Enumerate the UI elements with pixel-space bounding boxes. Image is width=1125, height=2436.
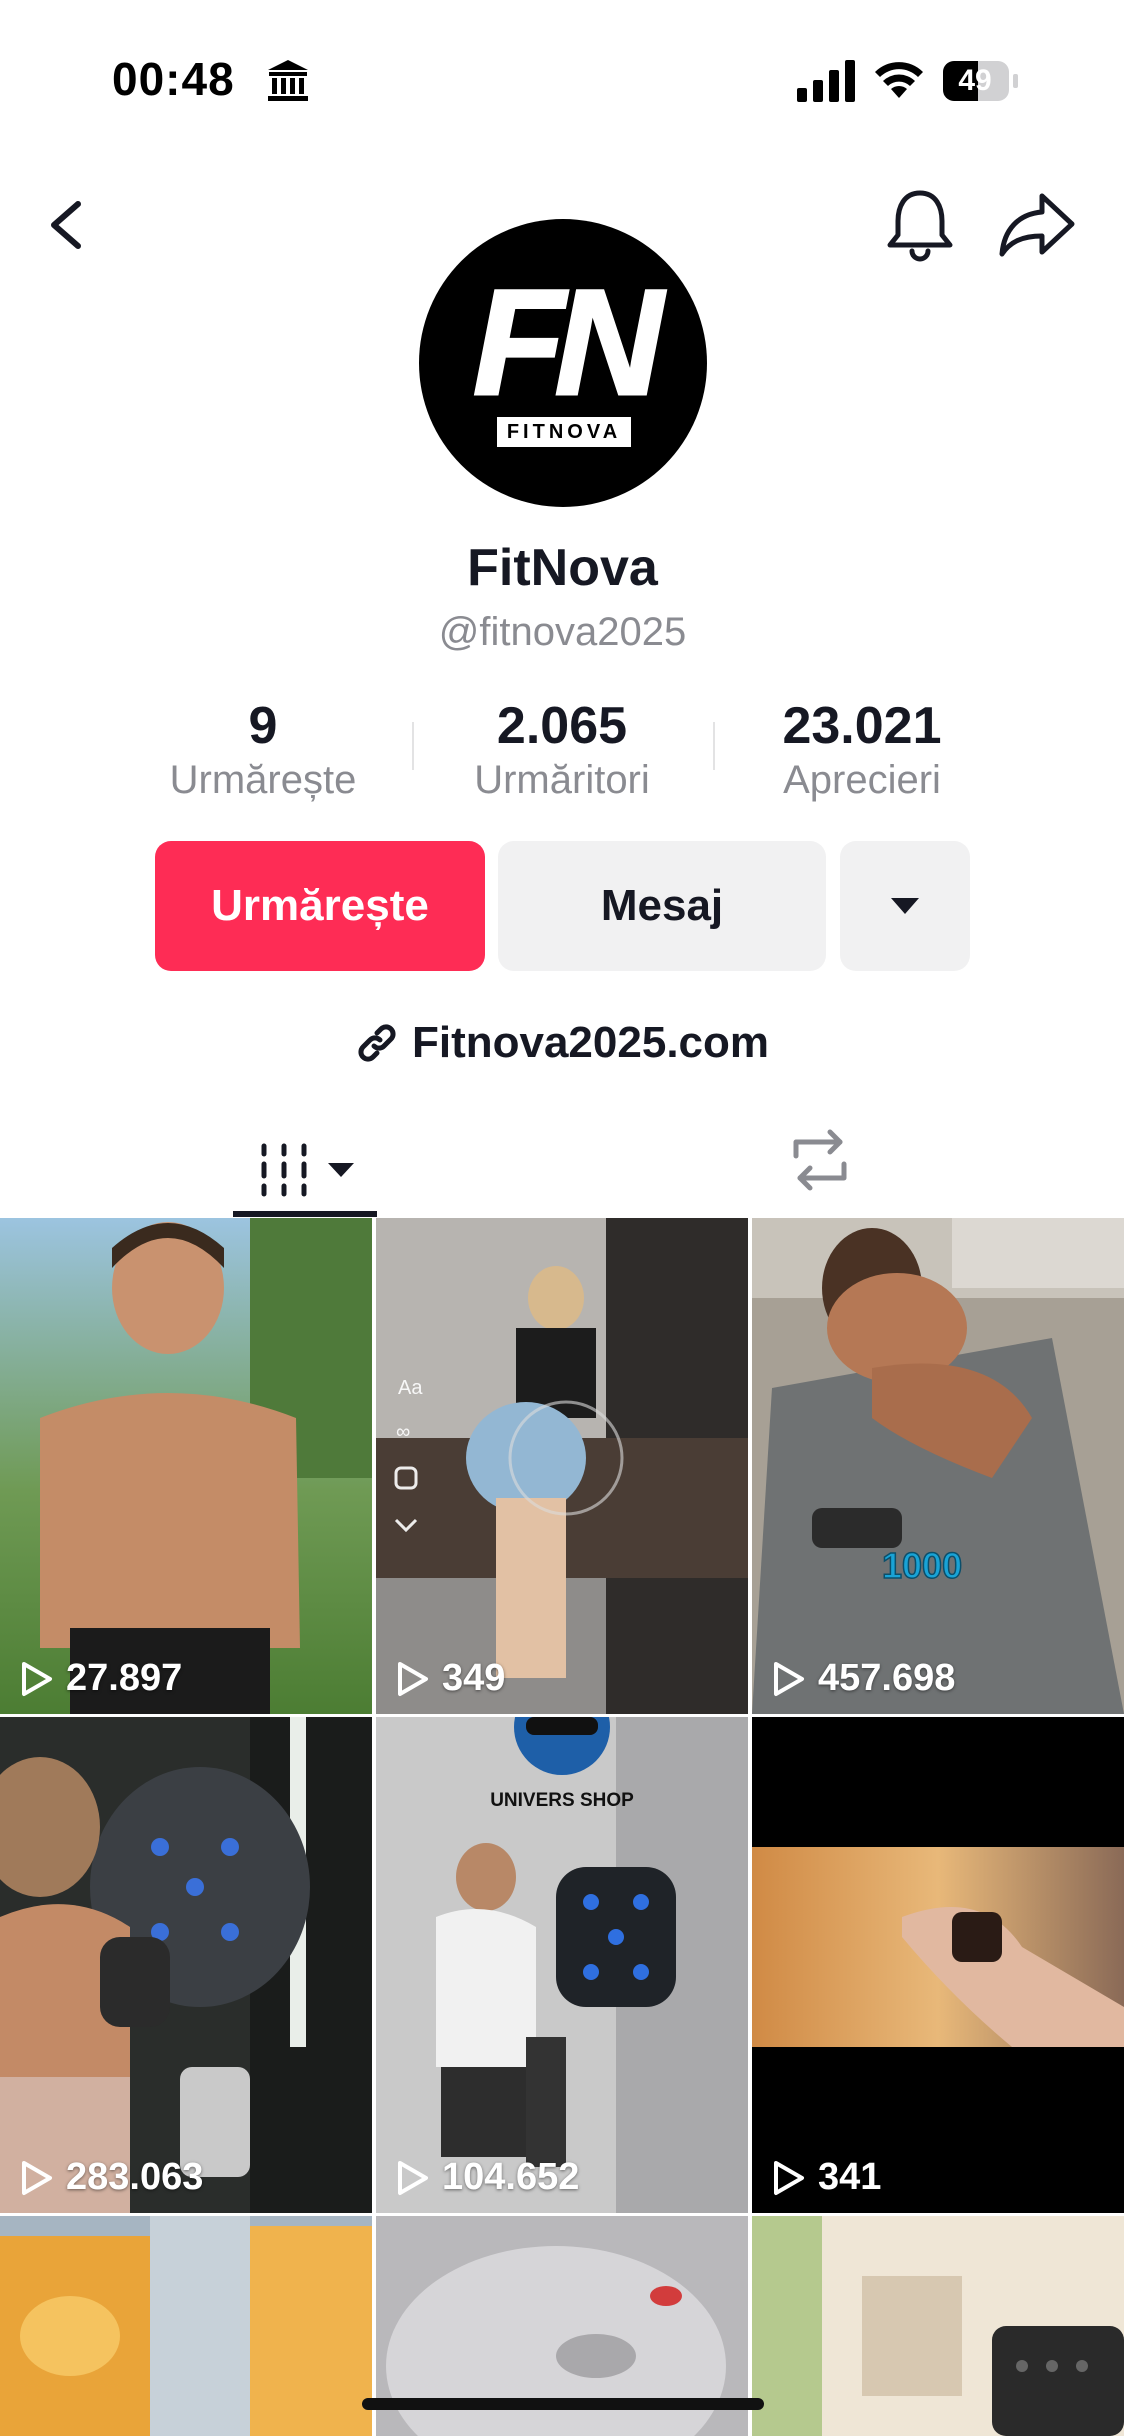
- link-icon: [358, 1024, 396, 1062]
- username: @fitnova2025: [438, 610, 687, 654]
- battery-level: 49: [958, 64, 992, 97]
- svg-text:Aa: Aa: [398, 1377, 423, 1399]
- video-thumbnail: [752, 1717, 1124, 2213]
- play-icon: [398, 2160, 428, 2195]
- stat-followers[interactable]: 2.065 Urmăritori: [432, 696, 692, 804]
- video-thumbnail: UNIVERS SHOP: [376, 1717, 748, 2213]
- video-tile-9[interactable]: [752, 2216, 1124, 2436]
- stat-divider: [412, 722, 414, 770]
- video-tile-3[interactable]: 1000 457.698: [752, 1218, 1124, 1714]
- video-views-count: 341: [818, 2156, 882, 2198]
- more-options-button[interactable]: [840, 841, 970, 971]
- play-icon: [22, 1661, 52, 1696]
- status-time: 00:48: [112, 53, 235, 105]
- message-button[interactable]: Mesaj: [498, 841, 826, 971]
- video-views: 341: [772, 2156, 881, 2199]
- stat-likes[interactable]: 23.021 Aprecieri: [732, 696, 992, 804]
- share-icon[interactable]: [996, 188, 1078, 262]
- video-thumbnail: [0, 1717, 372, 2213]
- svg-text:∞: ∞: [396, 1421, 410, 1443]
- stat-value: 2.065: [496, 697, 628, 755]
- video-views: 457.698: [772, 1657, 955, 1700]
- video-views: 349: [396, 1657, 505, 1700]
- video-thumbnail: [0, 2216, 372, 2436]
- video-views-count: 283.063: [66, 2156, 204, 2198]
- repost-icon[interactable]: [782, 1122, 858, 1198]
- wifi-icon: [875, 62, 923, 98]
- play-icon: [774, 1661, 804, 1696]
- video-views-count: 457.698: [818, 1657, 956, 1699]
- play-icon: [22, 2160, 52, 2195]
- triangle-down-icon: [891, 898, 919, 914]
- tab-videos[interactable]: [233, 1120, 377, 1220]
- video-tile-5[interactable]: UNIVERS SHOP 104.652: [376, 1717, 748, 2213]
- video-thumbnail: 1000: [752, 1218, 1124, 1714]
- video-tile-4[interactable]: 283.063: [0, 1717, 372, 2213]
- grid-icon: [261, 1143, 307, 1197]
- play-icon: [398, 1661, 428, 1696]
- signal-icon: [797, 60, 855, 102]
- video-views: 27.897: [20, 1657, 182, 1700]
- avatar: FN FITNOVA: [419, 219, 707, 507]
- video-tile-6[interactable]: 341: [752, 1717, 1124, 2213]
- stat-following[interactable]: 9 Urmărește: [133, 696, 393, 804]
- tab-dropdown-icon: [328, 1163, 354, 1177]
- video-overlay-text: 1000: [882, 1545, 962, 1586]
- avatar-logo: FN: [472, 258, 665, 426]
- stat-label: Urmăritori: [474, 758, 650, 802]
- bell-icon[interactable]: [882, 185, 958, 265]
- follow-button[interactable]: Urmărește: [155, 841, 485, 971]
- video-thumbnail: [752, 2216, 1124, 2436]
- video-views: 283.063: [20, 2156, 203, 2199]
- stat-label: Aprecieri: [783, 758, 941, 802]
- stat-label: Urmărește: [169, 758, 357, 802]
- stat-value: 9: [248, 697, 278, 755]
- video-tile-2[interactable]: Aa ∞ 349: [376, 1218, 748, 1714]
- display-name: FitNova: [467, 539, 658, 597]
- video-overlay-text: UNIVERS SHOP: [490, 1790, 634, 1811]
- back-icon[interactable]: [40, 190, 96, 260]
- play-icon: [774, 2160, 804, 2195]
- website-link[interactable]: Fitnova2025.com: [0, 1018, 1125, 1068]
- stat-value: 23.021: [782, 697, 942, 755]
- home-indicator[interactable]: [362, 2398, 764, 2410]
- battery-icon: 49: [942, 60, 1020, 102]
- video-views-count: 349: [442, 1657, 506, 1699]
- video-tile-7[interactable]: [0, 2216, 372, 2436]
- video-views-count: 27.897: [66, 1657, 183, 1699]
- bank-icon: [268, 60, 308, 101]
- video-views: 104.652: [396, 2156, 579, 2199]
- avatar-logo-subtext: FITNOVA: [497, 417, 631, 447]
- tab-active-indicator: [233, 1211, 377, 1217]
- video-thumbnail: Aa ∞: [376, 1218, 748, 1714]
- website-text: Fitnova2025.com: [411, 1018, 770, 1067]
- video-thumbnail: [0, 1218, 372, 1714]
- video-tile-1[interactable]: 27.897: [0, 1218, 372, 1714]
- video-views-count: 104.652: [442, 2156, 580, 2198]
- stat-divider: [713, 722, 715, 770]
